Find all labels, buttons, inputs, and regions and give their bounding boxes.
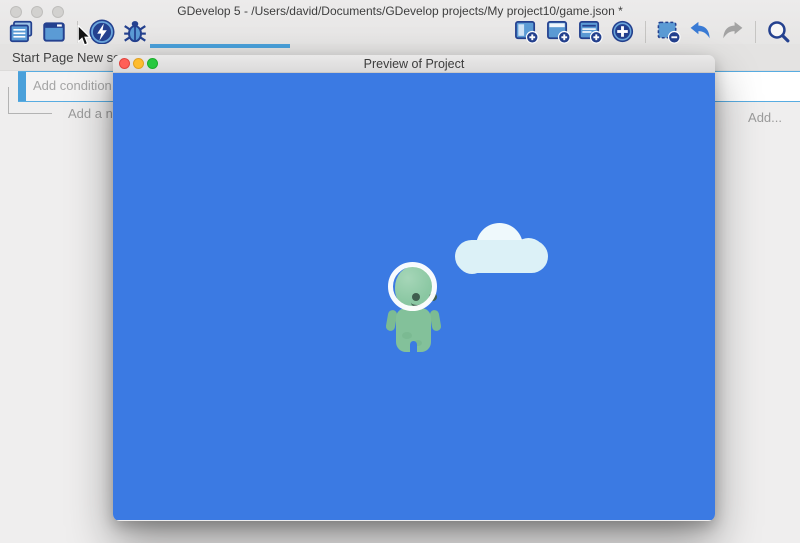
add-event-button[interactable] [513,18,540,45]
active-tab-indicator [150,44,290,48]
debugger-button[interactable] [121,18,148,45]
alien-player-sprite [383,261,445,356]
add-event-chooser-icon [610,19,635,44]
alien-right-arm [429,309,442,331]
window-title: GDevelop 5 - /Users/david/Documents/GDev… [0,4,800,18]
preview-minimize-button[interactable] [133,58,144,69]
search-icon [766,19,791,44]
toolbar-right-group [513,18,792,45]
project-manager-button[interactable] [7,18,34,45]
add-event-icon [514,19,539,44]
preview-window-controls [119,58,158,69]
scene-editor-icon [41,19,67,45]
gdevelop-main-window: GDevelop 5 - /Users/david/Documents/GDev… [0,0,800,543]
alien-leg-gap [410,341,417,356]
project-manager-icon [8,19,34,45]
event-drag-handle[interactable] [18,72,26,101]
add-more-link[interactable]: Add... [748,110,782,125]
toolbar [0,18,800,45]
alien-helmet-ring [388,262,437,311]
mouse-cursor-icon [76,25,92,47]
redo-button[interactable] [719,18,746,45]
tab-start-page[interactable]: Start Page [12,44,73,71]
delete-event-button[interactable] [655,18,682,45]
add-event-chooser-button[interactable] [609,18,636,45]
debugger-bug-icon [122,19,148,45]
preview-titlebar[interactable]: Preview of Project [113,55,715,73]
scene-editor-button[interactable] [40,18,67,45]
toolbar-separator [755,21,756,43]
add-comment-icon [578,19,603,44]
preview-window-title: Preview of Project [113,55,715,73]
preview-window[interactable]: Preview of Project [113,55,715,521]
cloud-base [455,240,548,273]
add-subevent-icon [546,19,571,44]
undo-button[interactable] [687,18,714,45]
preview-button[interactable] [88,18,115,45]
alien-body-spot [402,332,412,339]
add-comment-button[interactable] [577,18,604,45]
undo-icon [688,19,713,44]
game-canvas[interactable] [113,73,715,520]
add-subevent-button[interactable] [545,18,572,45]
search-events-button[interactable] [765,18,792,45]
toolbar-separator [645,21,646,43]
preview-zoom-button[interactable] [147,58,158,69]
delete-event-icon [656,19,681,44]
event-tree-line [8,87,9,113]
titlebar[interactable]: GDevelop 5 - /Users/david/Documents/GDev… [0,0,800,20]
cloud-sprite [455,223,548,273]
add-condition-link[interactable]: Add condition [33,78,112,93]
redo-icon [720,19,745,44]
event-tree-line [8,113,52,114]
preview-close-button[interactable] [119,58,130,69]
